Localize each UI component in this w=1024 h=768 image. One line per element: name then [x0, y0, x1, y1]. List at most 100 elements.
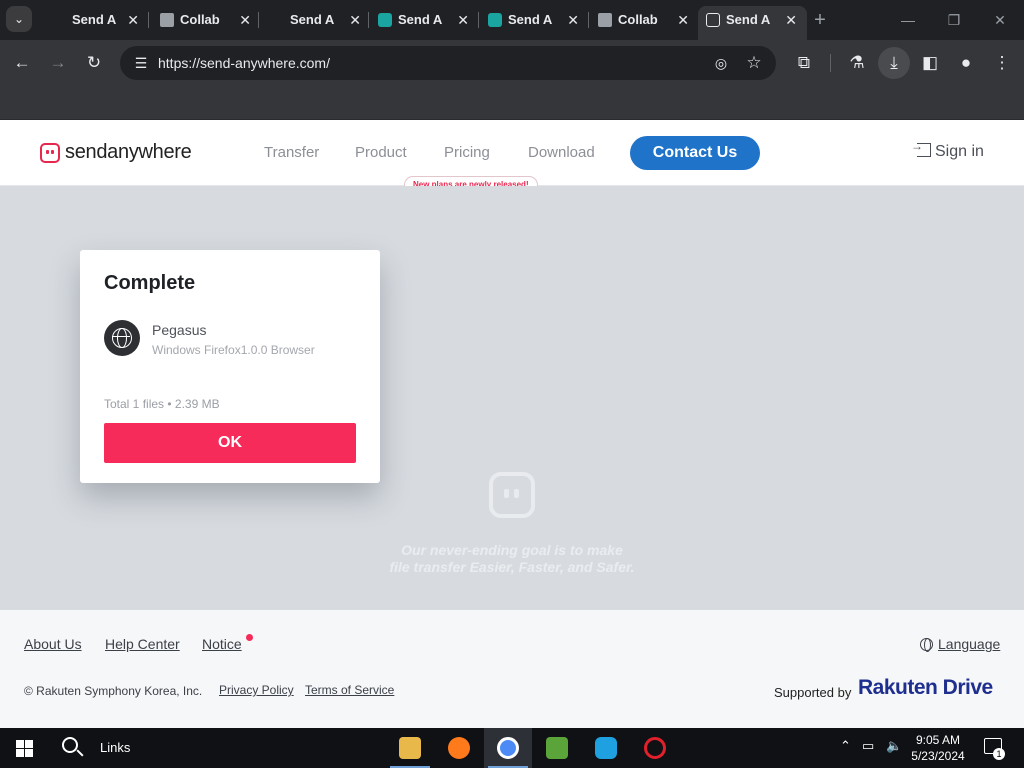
firefox-icon — [448, 737, 470, 759]
url-text[interactable]: https://send-anywhere.com/ — [158, 46, 330, 80]
tab-label: Send A — [508, 12, 553, 27]
copyright-text: © Rakuten Symphony Korea, Inc. — [24, 684, 203, 698]
window-close-icon[interactable]: ✕ — [980, 8, 1020, 32]
globe-icon — [112, 328, 132, 348]
tab-send-anywhere-active[interactable]: Send A ✕ — [698, 6, 807, 40]
tab-divider — [478, 12, 479, 28]
volume-muted-icon[interactable]: 🔈 — [886, 738, 902, 754]
about-us-link[interactable]: About Us — [24, 636, 82, 652]
tab-label: Send A — [72, 12, 117, 27]
chrome-app[interactable] — [484, 728, 532, 768]
sync-app-icon — [595, 737, 617, 759]
transfer-complete-card: Complete Pegasus Windows Firefox1.0.0 Br… — [80, 250, 380, 483]
site-info-icon[interactable]: ☰ — [130, 52, 152, 74]
close-icon[interactable]: ✕ — [127, 6, 139, 34]
site-header: sendanywhere Transfer Product Pricing Do… — [0, 120, 1024, 194]
nav-download[interactable]: Download — [528, 144, 595, 161]
extensions-icon[interactable]: ⧉ — [793, 52, 815, 74]
tab-divider — [258, 12, 259, 28]
sign-in-icon — [911, 139, 931, 157]
close-icon[interactable]: ✕ — [349, 6, 361, 34]
teal-f-favicon-icon — [378, 13, 392, 27]
browser-toolbar: ← → ↻ ☰ https://send-anywhere.com/ ◎ ☆ ⧉… — [0, 40, 1024, 86]
files-summary: Total 1 files • 2.39 MB — [104, 397, 220, 411]
search-icon[interactable] — [62, 737, 78, 753]
green-app-icon — [546, 737, 568, 759]
nav-pricing[interactable]: Pricing — [444, 144, 490, 161]
nav-transfer[interactable]: Transfer — [264, 144, 319, 161]
nav-product[interactable]: Product — [355, 144, 407, 161]
send-anywhere-logo-icon — [40, 143, 60, 163]
plus-icon[interactable]: + — [810, 6, 830, 34]
tab-search-chevron-icon[interactable]: ⌄ — [6, 6, 32, 32]
tab-divider — [368, 12, 369, 28]
file-explorer-app[interactable] — [386, 728, 434, 768]
rakuten-drive-logo[interactable]: Rakuten Drive — [858, 676, 993, 700]
tab-collab-2[interactable]: Collab ✕ — [590, 6, 699, 34]
reload-icon[interactable]: ↻ — [83, 52, 105, 74]
supported-by-text: Supported by — [774, 685, 852, 700]
clock-date: 5/23/2024 — [911, 749, 965, 763]
tab-divider — [588, 12, 589, 28]
close-icon[interactable]: ✕ — [677, 6, 689, 34]
tab-send-anywhere-2[interactable]: Send A ✕ — [262, 6, 371, 34]
close-icon[interactable]: ✕ — [785, 6, 797, 34]
tab-divider — [148, 12, 149, 28]
chrome-icon — [497, 737, 519, 759]
tab-send-anywhere-1[interactable]: Send A ✕ — [40, 6, 149, 34]
tab-label: Collab — [180, 12, 220, 27]
ok-button[interactable]: OK — [104, 423, 356, 463]
teal-f-favicon-icon — [488, 13, 502, 27]
download-icon[interactable]: ⤓ — [878, 47, 910, 79]
close-icon[interactable]: ✕ — [239, 6, 251, 34]
more-menu-icon[interactable]: ⋮ — [991, 52, 1013, 74]
star-icon[interactable]: ☆ — [743, 52, 765, 74]
slogan-line-2: file transfer Easier, Faster, and Safer. — [389, 559, 635, 575]
tab-label: Send A — [398, 12, 443, 27]
profile-icon[interactable]: ● — [955, 52, 977, 74]
side-panel-icon[interactable]: ◧ — [919, 52, 941, 74]
tab-send-anywhere-3[interactable]: Send A ✕ — [370, 6, 479, 34]
language-selector[interactable]: Language — [920, 636, 1000, 652]
collab-favicon-icon — [598, 13, 612, 27]
notice-link[interactable]: Notice — [202, 636, 242, 652]
opera-icon — [644, 737, 666, 759]
firefox-app[interactable] — [435, 728, 483, 768]
tab-collab-1[interactable]: Collab ✕ — [152, 6, 261, 34]
forward-arrow-icon[interactable]: → — [47, 52, 69, 74]
opera-app[interactable] — [631, 728, 679, 768]
privacy-policy-link[interactable]: Privacy Policy — [219, 683, 294, 697]
contact-us-button[interactable]: Contact Us — [630, 136, 760, 170]
taskbar-search-text[interactable]: Links — [100, 740, 130, 755]
collab-favicon-icon — [160, 13, 174, 27]
folder-icon — [399, 737, 421, 759]
help-center-link[interactable]: Help Center — [105, 636, 180, 652]
close-icon[interactable]: ✕ — [457, 6, 469, 34]
sign-in-link[interactable]: Sign in — [911, 139, 984, 161]
network-icon[interactable]: ▭ — [862, 738, 874, 754]
toolbar-divider — [830, 54, 831, 72]
sync-app[interactable] — [582, 728, 630, 768]
close-icon[interactable]: ✕ — [567, 6, 579, 34]
address-bar[interactable]: ☰ https://send-anywhere.com/ ◎ ☆ — [120, 46, 776, 80]
minimize-icon[interactable]: — — [888, 8, 928, 32]
globe-icon — [920, 638, 933, 652]
windows-start-icon[interactable] — [16, 740, 33, 757]
chevron-up-icon[interactable]: ⌃ — [840, 738, 851, 754]
send-anywhere-favicon-icon — [706, 13, 720, 27]
restore-icon[interactable]: ❐ — [934, 8, 974, 32]
back-arrow-icon[interactable]: ← — [11, 52, 33, 74]
tab-label: Send A — [290, 12, 335, 27]
green-app[interactable] — [533, 728, 581, 768]
labs-flask-icon[interactable]: ⚗ — [846, 52, 868, 74]
eye-off-icon[interactable]: ◎ — [710, 52, 732, 74]
notice-new-dot — [246, 634, 253, 641]
system-clock[interactable]: 9:05 AM 5/23/2024 — [908, 732, 968, 764]
tab-send-anywhere-4[interactable]: Send A ✕ — [480, 6, 589, 34]
bookmarks-bar — [0, 86, 1024, 120]
language-label: Language — [938, 636, 1001, 652]
terms-of-service-link[interactable]: Terms of Service — [305, 683, 394, 697]
slogan: Our never-ending goal is to make file tr… — [340, 542, 684, 576]
clock-time: 9:05 AM — [915, 733, 961, 747]
windows-taskbar: Links ⌃ ▭ 🔈 9:05 AM 5/23/2024 1 — [0, 728, 1024, 768]
